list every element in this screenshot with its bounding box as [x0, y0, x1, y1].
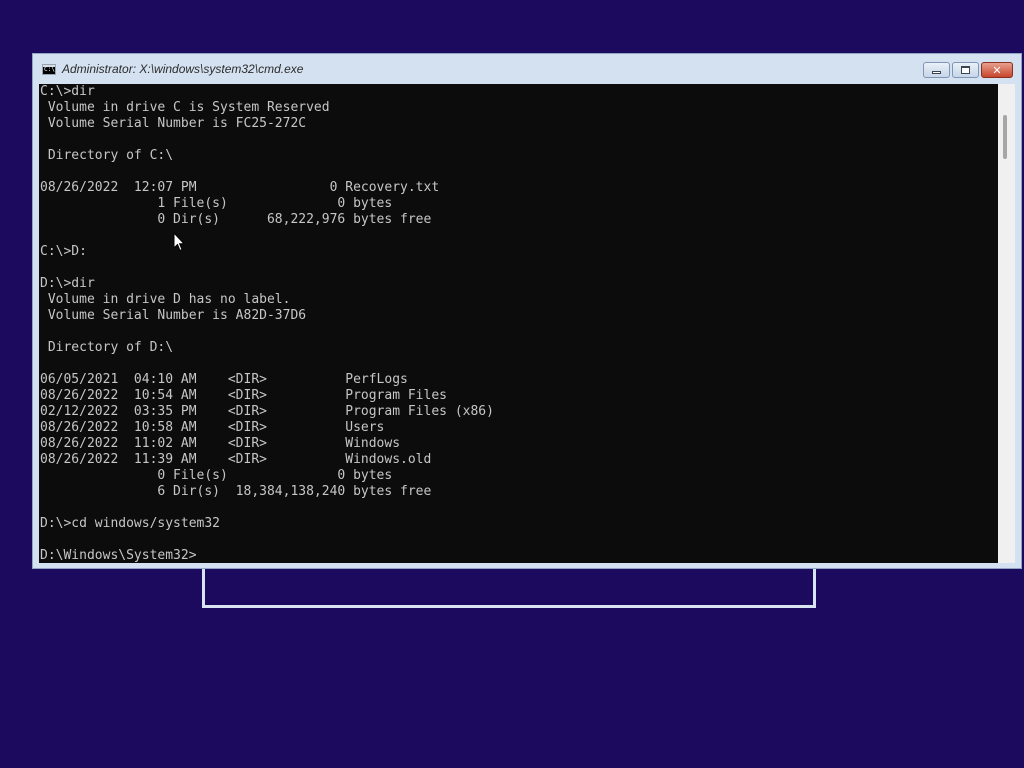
console-line: Volume Serial Number is A82D-37D6 [40, 308, 307, 323]
console-line: D:\>cd windows/system32 [40, 516, 221, 531]
minimize-icon [932, 71, 941, 74]
close-icon: ✕ [992, 63, 1002, 77]
console-line: 08/26/2022 11:39 AM <DIR> Windows.old [40, 452, 432, 467]
console-line: 6 Dir(s) 18,384,138,240 bytes free [40, 484, 432, 499]
mouse-pointer-icon [173, 232, 185, 252]
console-line: Directory of D:\ [40, 340, 174, 355]
maximize-button[interactable] [952, 62, 979, 78]
console-line: 0 Dir(s) 68,222,976 bytes free [40, 212, 432, 227]
console-line: 02/12/2022 03:35 PM <DIR> Program Files … [40, 404, 494, 419]
cmd-icon-label: C:\ [44, 65, 55, 73]
console-line: C:\>dir [40, 84, 95, 99]
console-line: 0 File(s) 0 bytes [40, 468, 393, 483]
console-line: 08/26/2022 12:07 PM 0 Recovery.txt [40, 180, 440, 195]
console-line: Volume in drive D has no label. [40, 292, 291, 307]
console-line: 08/26/2022 10:54 AM <DIR> Program Files [40, 388, 447, 403]
console-line: D:\>dir [40, 276, 95, 291]
minimize-button[interactable] [923, 62, 950, 78]
close-button[interactable]: ✕ [981, 62, 1013, 78]
console-line: 1 File(s) 0 bytes [40, 196, 393, 211]
console-line: 08/26/2022 10:58 AM <DIR> Users [40, 420, 385, 435]
window-controls: ✕ [923, 62, 1013, 78]
scrollbar-thumb[interactable] [1003, 115, 1007, 159]
console-output[interactable]: C:\>dir Volume in drive C is System Rese… [39, 84, 999, 563]
console-line: D:\Windows\System32> [40, 548, 197, 563]
vertical-scrollbar[interactable] [998, 84, 1015, 563]
console-line: Volume in drive C is System Reserved [40, 100, 330, 115]
console-text: C:\>dir Volume in drive C is System Rese… [39, 84, 999, 563]
title-bar[interactable]: C:\ Administrator: X:\windows\system32\c… [33, 54, 1021, 84]
console-line: 06/05/2021 04:10 AM <DIR> PerfLogs [40, 372, 408, 387]
cmd-app-icon[interactable]: C:\ [42, 63, 56, 75]
window-title: Administrator: X:\windows\system32\cmd.e… [62, 62, 304, 76]
console-line: Volume Serial Number is FC25-272C [40, 116, 307, 131]
cmd-window[interactable]: C:\ Administrator: X:\windows\system32\c… [32, 53, 1022, 569]
restore-icon [961, 66, 970, 74]
console-line: Directory of C:\ [40, 148, 174, 163]
console-line: 08/26/2022 11:02 AM <DIR> Windows [40, 436, 401, 451]
